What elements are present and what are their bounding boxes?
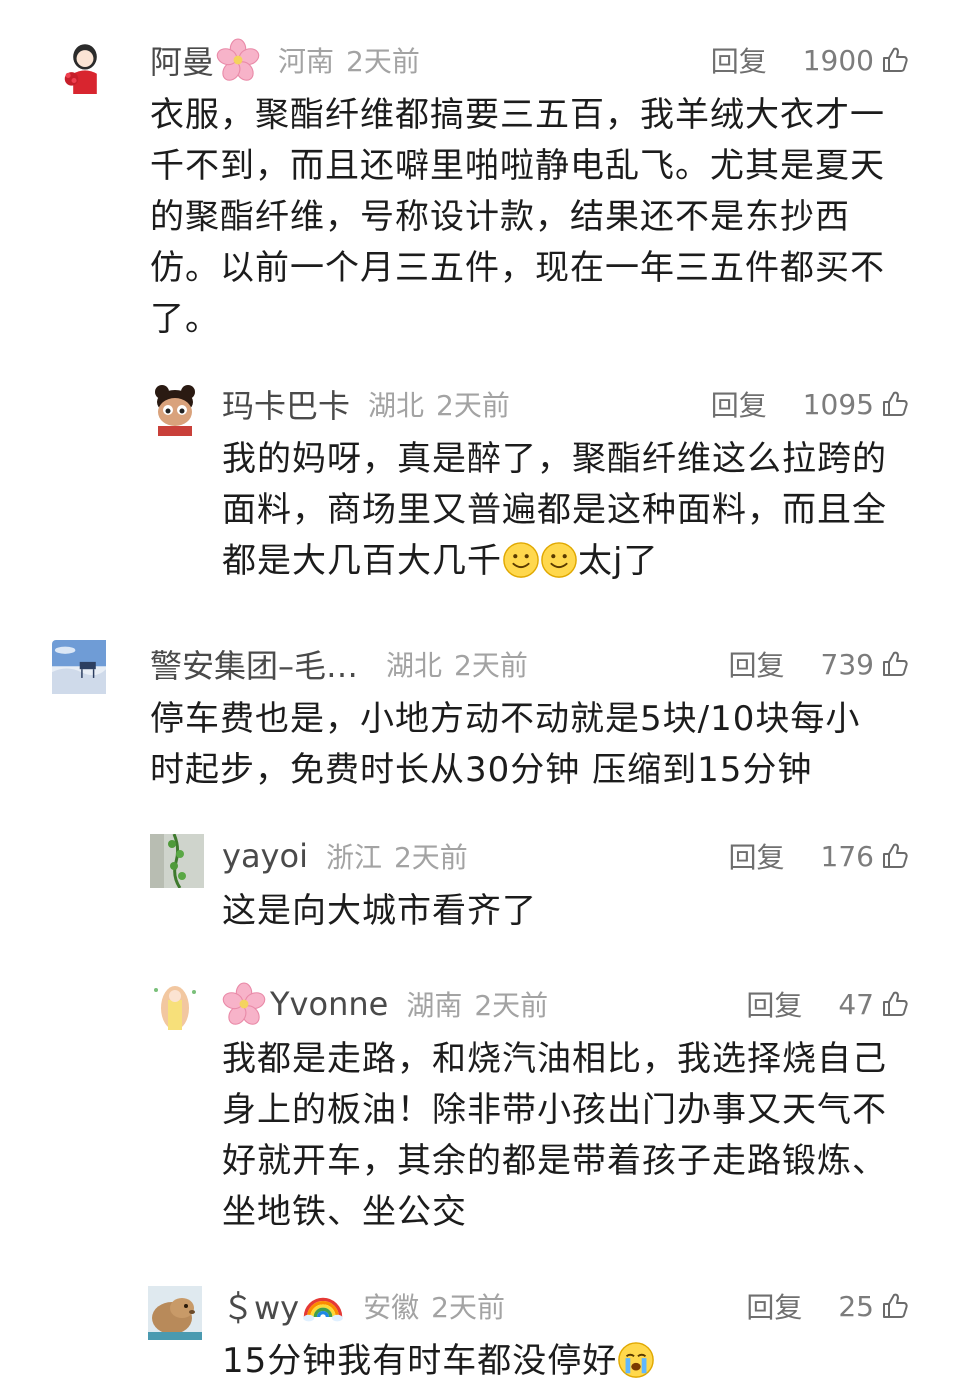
reply-button[interactable]: 回复: [746, 984, 802, 1024]
like-count: 1900: [802, 43, 874, 77]
comment-meta: Yvonne 湖南 2天前: [222, 982, 548, 1026]
location: 浙江: [325, 841, 382, 874]
user-avatar[interactable]: [52, 640, 126, 714]
location: 河南: [278, 45, 335, 78]
cherry-blossom-icon: [216, 38, 260, 82]
smile-icon: [502, 541, 540, 579]
comment-actions: 回复 1900: [711, 38, 910, 82]
comment-text: 这是向大城市看齐了: [222, 891, 537, 931]
crying-icon: [617, 1341, 655, 1379]
like-count: 739: [820, 647, 874, 681]
username[interactable]: 警安集团–毛…: [150, 641, 358, 687]
comment-meta: yayoi 浙江 2天前: [222, 834, 468, 878]
thumb-up-icon[interactable]: [880, 45, 910, 75]
location: 湖北: [368, 389, 425, 422]
username[interactable]: ＄wy: [222, 1283, 299, 1329]
comment-text-part: 太j了: [578, 541, 659, 581]
thumb-up-icon[interactable]: [880, 1291, 910, 1321]
comment-text: 停车费也是，小地方动不动就是5块/10块每小时起步，免费时长从30分钟 压缩到1…: [150, 699, 861, 790]
reply-button[interactable]: 回复: [711, 384, 767, 424]
thumb-up-icon[interactable]: [880, 989, 910, 1019]
user-avatar[interactable]: [58, 40, 122, 104]
comment-meta: ＄wy 安徽 2天前: [222, 1284, 505, 1328]
reply-button[interactable]: 回复: [711, 40, 767, 80]
user-avatar[interactable]: [148, 1286, 202, 1340]
user-avatar[interactable]: [148, 982, 202, 1036]
comment-meta: 警安集团–毛… 湖北 2天前: [150, 642, 528, 686]
username[interactable]: Yvonne: [270, 985, 388, 1023]
comment-text: 衣服，聚酯纤维都搞要三五百，我羊绒大衣才一千不到，而且还噼里啪啦静电乱飞。尤其是…: [150, 95, 885, 339]
comment-text: 我都是走路，和烧汽油相比，我选择烧自己身上的板油！除非带小孩出门办事又天气不好就…: [222, 1039, 887, 1232]
smile-icon: [540, 541, 578, 579]
thumb-up-icon[interactable]: [880, 649, 910, 679]
reply-button[interactable]: 回复: [729, 836, 785, 876]
comment-actions: 回复 47: [746, 982, 910, 1026]
comment-actions: 回复 739: [729, 642, 910, 686]
timestamp: 2天前: [474, 989, 549, 1022]
comment-actions: 回复 176: [729, 834, 910, 878]
username[interactable]: yayoi: [222, 837, 308, 875]
thumb-up-icon[interactable]: [880, 841, 910, 871]
comment-text: 15分钟我有时车都没停好: [222, 1336, 892, 1387]
comment-meta: 阿曼 河南 2天前: [150, 38, 420, 82]
comment-meta: 玛卡巴卡 湖北 2天前: [222, 382, 510, 426]
timestamp: 2天前: [454, 649, 528, 682]
reply-button[interactable]: 回复: [729, 644, 785, 684]
like-count: 176: [820, 839, 874, 873]
timestamp: 2天前: [436, 389, 510, 422]
timestamp: 2天前: [346, 45, 420, 78]
username[interactable]: 玛卡巴卡: [222, 381, 350, 427]
user-avatar[interactable]: [150, 834, 204, 888]
comment-actions: 回复 25: [746, 1284, 910, 1328]
reply-button[interactable]: 回复: [746, 1286, 802, 1326]
timestamp: 2天前: [393, 841, 468, 874]
comment-text-part: 15分钟我有时车都没停好: [222, 1341, 618, 1381]
location: 湖南: [406, 989, 463, 1022]
location: 安徽: [363, 1291, 420, 1324]
thumb-up-icon[interactable]: [880, 389, 910, 419]
like-count: 25: [838, 1289, 874, 1323]
rainbow-icon: [301, 1284, 345, 1328]
username[interactable]: 阿曼: [150, 37, 214, 83]
location: 湖北: [386, 649, 443, 682]
user-avatar[interactable]: [148, 382, 202, 436]
cherry-blossom-icon: [222, 982, 266, 1026]
comment-text: 我的妈呀，真是醉了，聚酯纤维这么拉跨的面料，商场里又普遍都是这种面料，而且全都是…: [222, 434, 892, 587]
timestamp: 2天前: [431, 1291, 505, 1324]
like-count: 47: [838, 987, 874, 1021]
like-count: 1095: [802, 387, 874, 421]
comment-actions: 回复 1095: [711, 382, 910, 426]
